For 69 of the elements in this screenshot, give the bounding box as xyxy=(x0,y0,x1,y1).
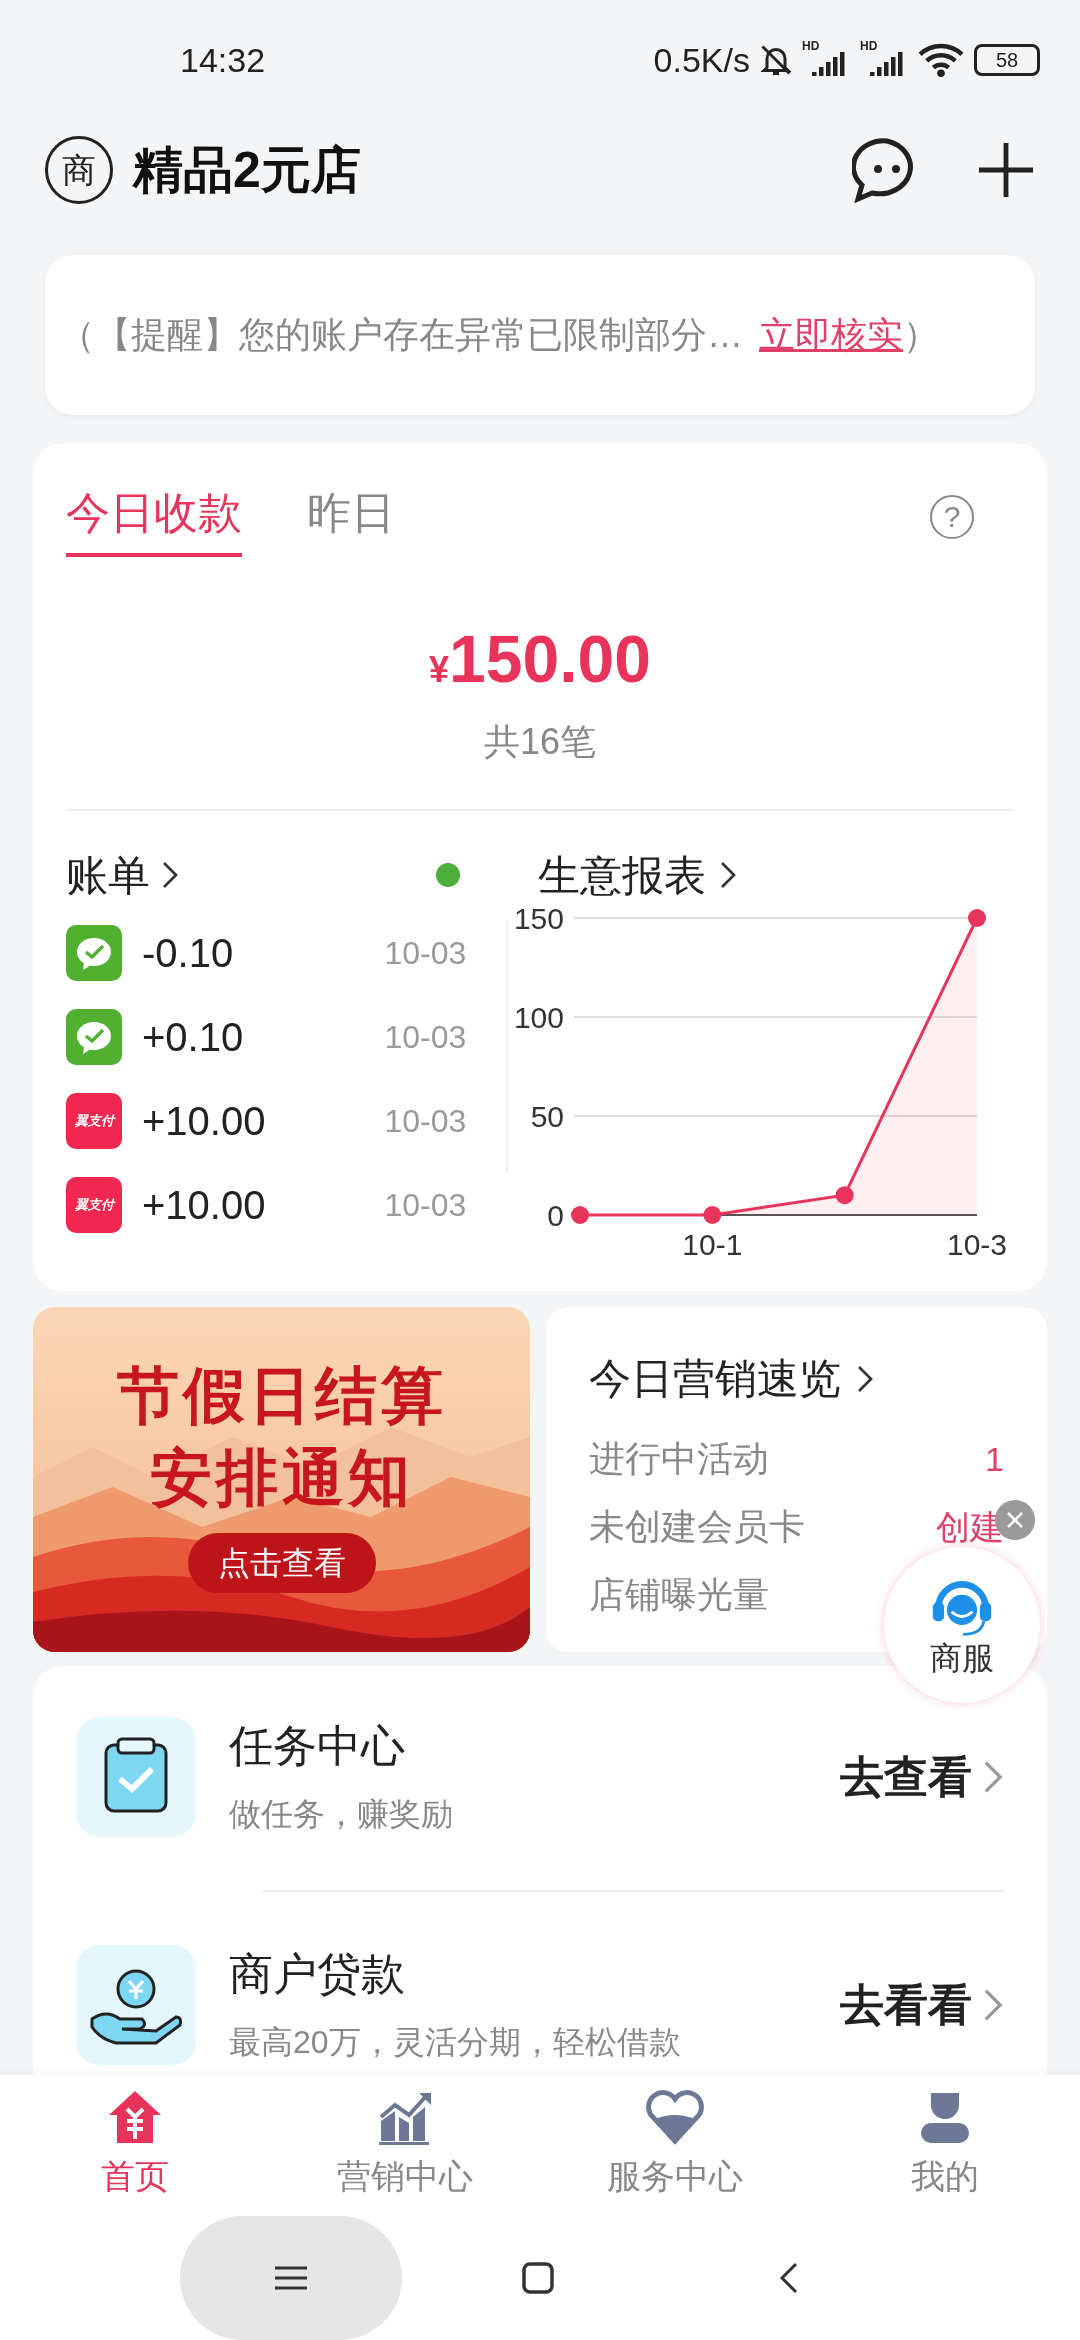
tab[interactable]: 今日收款 xyxy=(66,483,242,557)
bill-date: 10-03 xyxy=(384,1018,467,1057)
task-subtitle: 做任务，赚奖励 xyxy=(229,1795,453,1834)
battery-indicator: 58 xyxy=(974,44,1040,76)
bills-link[interactable]: 账单 xyxy=(66,843,150,907)
marketing-label: 未创建会员卡 xyxy=(589,1505,805,1549)
marketing-title[interactable]: 今日营销速览 xyxy=(589,1347,841,1410)
data-point xyxy=(571,1206,589,1224)
wifi-icon xyxy=(918,41,964,79)
help-button[interactable]: ? xyxy=(930,495,974,539)
clock: 14:32 xyxy=(180,39,266,81)
bill-amount: -0.10 xyxy=(142,930,234,977)
payment-app-badge: 翼支付 xyxy=(66,1093,122,1149)
muted-bell-icon xyxy=(758,42,794,78)
banner-headline: 节假日结算 xyxy=(116,1360,447,1432)
banner-button[interactable]: 点击查看 xyxy=(187,1533,376,1593)
currency-symbol: ¥ xyxy=(429,649,450,692)
verify-link[interactable]: 立即核实 xyxy=(759,308,903,362)
add-icon[interactable] xyxy=(977,141,1035,199)
task-action[interactable]: 去看看 xyxy=(840,1972,972,2038)
menu-icon xyxy=(275,2265,307,2290)
task-title: 任务中心 xyxy=(229,1720,406,1772)
bill-date: 10-03 xyxy=(384,1102,467,1141)
marketing-label: 店铺曝光量 xyxy=(589,1573,769,1617)
task-action[interactable]: 去查看 xyxy=(840,1744,972,1810)
clipboard-check-icon xyxy=(76,1717,196,1837)
banner-headline: 安排通知 xyxy=(149,1442,414,1514)
network-speed: 0.5K/s xyxy=(653,39,750,81)
home-key-icon[interactable] xyxy=(522,2261,554,2294)
total-amount: 150.00 xyxy=(449,621,651,697)
store-name: 精品2元店 xyxy=(133,140,361,200)
axis-tick-label: 100 xyxy=(513,1001,564,1034)
data-point xyxy=(703,1206,722,1224)
bill-amount: +10.00 xyxy=(142,1182,266,1229)
bill-date: 10-03 xyxy=(384,1186,467,1225)
marketing-value: 1 xyxy=(985,1438,1004,1480)
transaction-count: 共16笔 xyxy=(483,720,596,764)
data-point xyxy=(968,909,986,927)
heart-icon xyxy=(645,2087,705,2147)
axis-tick-label: 50 xyxy=(530,1100,564,1133)
marketing-label: 进行中活动 xyxy=(589,1437,769,1481)
task-title: 商户贷款 xyxy=(229,1948,406,2000)
task-subtitle: 最高20万，灵活分期，轻松借款 xyxy=(229,2023,681,2062)
notice-paren: ） xyxy=(903,313,939,357)
bill-amount: +0.10 xyxy=(142,1014,244,1061)
chat-bubble-icon xyxy=(66,1009,122,1065)
coin-hand-icon xyxy=(76,1945,196,2065)
data-point xyxy=(835,1186,854,1205)
axis-tick-label: 0 xyxy=(547,1199,564,1232)
bill-date: 10-03 xyxy=(384,934,467,973)
tab[interactable]: 昨日 xyxy=(307,483,395,553)
nav-tab[interactable]: 服务中心 xyxy=(540,2075,810,2215)
notice-text: （【提醒】您的账户存在异常已限制部分… xyxy=(59,313,743,357)
back-icon[interactable] xyxy=(779,2261,799,2294)
nav-tab[interactable]: 首页 xyxy=(0,2075,270,2215)
chevron-right-icon xyxy=(718,860,738,890)
chevron-right-icon xyxy=(982,1987,1004,2023)
axis-tick-label: 10-1 xyxy=(682,1228,743,1261)
chevron-right-icon xyxy=(982,1759,1004,1795)
logo-badge: 商 xyxy=(45,136,113,204)
axis-tick-label: 10-3 xyxy=(947,1228,1007,1261)
nav-tab[interactable]: 我的 xyxy=(810,2075,1080,2215)
chevron-right-icon xyxy=(855,1363,875,1394)
nav-tab[interactable]: 营销中心 xyxy=(270,2075,540,2215)
payment-app-badge: 翼支付 xyxy=(66,1177,122,1233)
bill-amount: +10.00 xyxy=(142,1098,266,1145)
promo-banner[interactable]: 节假日结算 安排通知 点击查看 xyxy=(33,1307,530,1652)
chat-bubble-icon xyxy=(66,925,122,981)
chevron-right-icon xyxy=(160,860,180,890)
